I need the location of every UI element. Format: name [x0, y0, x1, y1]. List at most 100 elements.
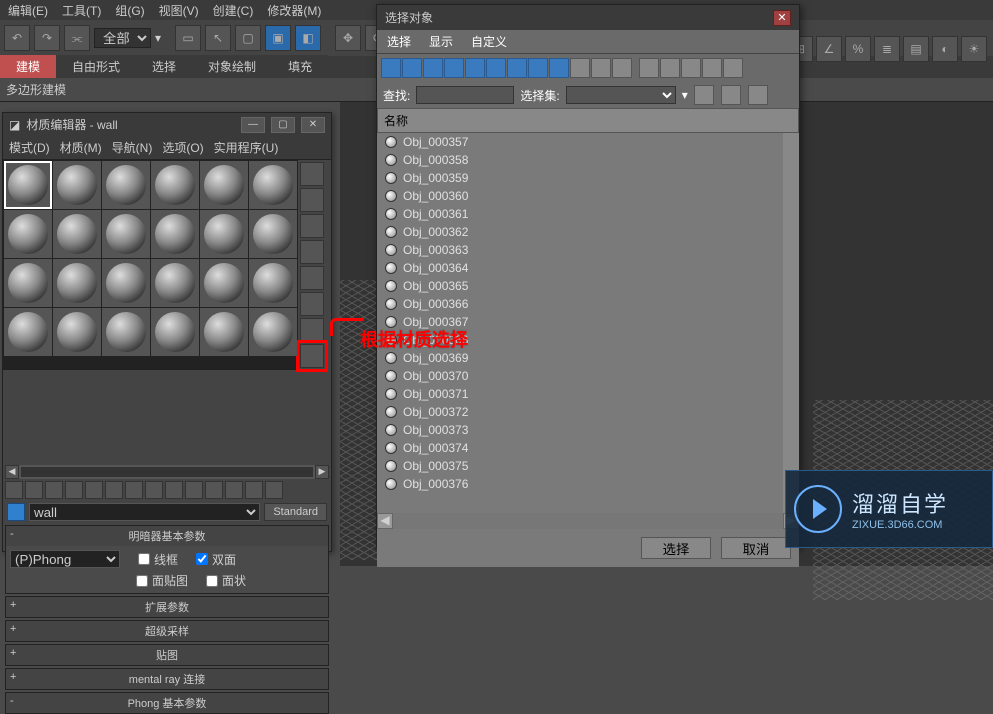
- material-slot[interactable]: [200, 308, 248, 356]
- window-crossing-icon[interactable]: ▣: [265, 25, 291, 51]
- close-icon[interactable]: ✕: [773, 10, 791, 26]
- menu-options[interactable]: 选项(O): [162, 139, 203, 156]
- make-unique-icon[interactable]: [105, 481, 123, 499]
- undo-icon[interactable]: ↶: [4, 25, 30, 51]
- list-column-header[interactable]: 名称: [377, 108, 799, 133]
- assign-icon[interactable]: [45, 481, 63, 499]
- preview-icon[interactable]: [300, 292, 324, 316]
- options-icon[interactable]: [300, 318, 324, 342]
- list-item[interactable]: Obj_000370: [377, 367, 799, 385]
- tab-paint[interactable]: 对象绘制: [192, 55, 272, 78]
- menu-view[interactable]: 视图(V): [159, 2, 199, 19]
- material-slot[interactable]: [102, 210, 150, 258]
- angle-snap-icon[interactable]: ∠: [816, 36, 842, 62]
- list-item[interactable]: Obj_000372: [377, 403, 799, 421]
- material-slot[interactable]: [200, 161, 248, 209]
- list-item[interactable]: Obj_000369: [377, 349, 799, 367]
- menu-create[interactable]: 创建(C): [213, 2, 254, 19]
- set-remove-icon[interactable]: [721, 85, 741, 105]
- set-add-icon[interactable]: [694, 85, 714, 105]
- material-slot[interactable]: [102, 259, 150, 307]
- menu-modifier[interactable]: 修改器(M): [267, 2, 321, 19]
- list-item[interactable]: Obj_000367: [377, 313, 799, 331]
- facemap-checkbox[interactable]: [136, 575, 148, 587]
- material-slot[interactable]: [249, 259, 297, 307]
- material-slot[interactable]: [151, 210, 199, 258]
- list-item[interactable]: Obj_000362: [377, 223, 799, 241]
- layer-icon[interactable]: ≣: [874, 36, 900, 62]
- list-item[interactable]: Obj_000371: [377, 385, 799, 403]
- rollout-shader-header[interactable]: -明暗器基本参数: [6, 526, 328, 546]
- material-slot[interactable]: [102, 161, 150, 209]
- filter-helper-icon[interactable]: [465, 58, 485, 78]
- material-slot[interactable]: [53, 259, 101, 307]
- material-slot[interactable]: [102, 308, 150, 356]
- uv-tiling-icon[interactable]: [300, 240, 324, 264]
- menu-custom[interactable]: 自定义: [471, 33, 507, 50]
- material-slot[interactable]: [151, 308, 199, 356]
- list-item[interactable]: Obj_000366: [377, 295, 799, 313]
- mat-id-icon[interactable]: [145, 481, 163, 499]
- menu-tools[interactable]: 工具(T): [62, 2, 101, 19]
- menu-select[interactable]: 选择: [387, 33, 411, 50]
- material-slot[interactable]: [4, 210, 52, 258]
- prop-icon[interactable]: [681, 58, 701, 78]
- shader-type-select[interactable]: (P)Phong: [10, 550, 120, 568]
- material-slot[interactable]: [151, 161, 199, 209]
- list-item[interactable]: Obj_000374: [377, 439, 799, 457]
- material-slot[interactable]: [249, 161, 297, 209]
- filter-shape-icon[interactable]: [402, 58, 422, 78]
- select-region-icon[interactable]: ▢: [235, 25, 261, 51]
- link-icon[interactable]: ⫘: [64, 25, 90, 51]
- pick-material-icon[interactable]: [7, 503, 25, 521]
- select-icon[interactable]: ▭: [175, 25, 201, 51]
- filter-geo-icon[interactable]: [381, 58, 401, 78]
- filter-invert-icon[interactable]: [612, 58, 632, 78]
- nav-child-icon[interactable]: [245, 481, 263, 499]
- menu-nav[interactable]: 导航(N): [112, 139, 153, 156]
- filter-none-icon[interactable]: [591, 58, 611, 78]
- scroll-right-icon[interactable]: ▶: [315, 465, 329, 479]
- filter-space-icon[interactable]: [486, 58, 506, 78]
- list-item[interactable]: Obj_000363: [377, 241, 799, 259]
- list-item[interactable]: Obj_000368: [377, 331, 799, 349]
- list-icon[interactable]: [639, 58, 659, 78]
- select-arrow-icon[interactable]: ↖: [205, 25, 231, 51]
- redo-icon[interactable]: ↷: [34, 25, 60, 51]
- rect-region-icon[interactable]: ◧: [295, 25, 321, 51]
- selection-filter-select[interactable]: 全部: [94, 28, 151, 48]
- material-slot[interactable]: [4, 161, 52, 209]
- selection-set-select[interactable]: [566, 86, 676, 104]
- rollout-maps[interactable]: +贴图: [6, 645, 328, 665]
- list-item[interactable]: Obj_000359: [377, 169, 799, 187]
- scroll-left-icon[interactable]: ◀: [5, 465, 19, 479]
- move-icon[interactable]: ✥: [335, 25, 361, 51]
- copy-icon[interactable]: [85, 481, 103, 499]
- select-by-material-icon[interactable]: [300, 344, 324, 368]
- list-item[interactable]: Obj_000361: [377, 205, 799, 223]
- list-item[interactable]: Obj_000376: [377, 475, 799, 493]
- material-name-select[interactable]: wall: [29, 503, 260, 521]
- object-list[interactable]: Obj_000357Obj_000358Obj_000359Obj_000360…: [377, 133, 799, 513]
- menu-display[interactable]: 显示: [429, 33, 453, 50]
- cancel-button[interactable]: 取消: [721, 537, 791, 559]
- show-end-icon[interactable]: [185, 481, 203, 499]
- list-item[interactable]: Obj_000357: [377, 133, 799, 151]
- material-type-button[interactable]: Standard: [264, 503, 327, 521]
- filter-xref-icon[interactable]: [528, 58, 548, 78]
- lock-icon[interactable]: [702, 58, 722, 78]
- percent-snap-icon[interactable]: %: [845, 36, 871, 62]
- material-slot[interactable]: [200, 259, 248, 307]
- tab-populate[interactable]: 填充: [272, 55, 328, 78]
- wire-checkbox[interactable]: [138, 553, 150, 565]
- material-slot[interactable]: [151, 259, 199, 307]
- list-vscroll[interactable]: [783, 133, 799, 513]
- pick-icon[interactable]: [265, 481, 283, 499]
- material-slot[interactable]: [200, 210, 248, 258]
- nav-sibling-icon[interactable]: [225, 481, 243, 499]
- close-button[interactable]: ✕: [301, 117, 325, 133]
- select-dialog-titlebar[interactable]: 选择对象 ✕: [377, 5, 799, 30]
- menu-edit[interactable]: 编辑(E): [8, 2, 48, 19]
- scroll-left-icon[interactable]: ◀: [377, 513, 393, 529]
- tab-modeling[interactable]: 建模: [0, 55, 56, 78]
